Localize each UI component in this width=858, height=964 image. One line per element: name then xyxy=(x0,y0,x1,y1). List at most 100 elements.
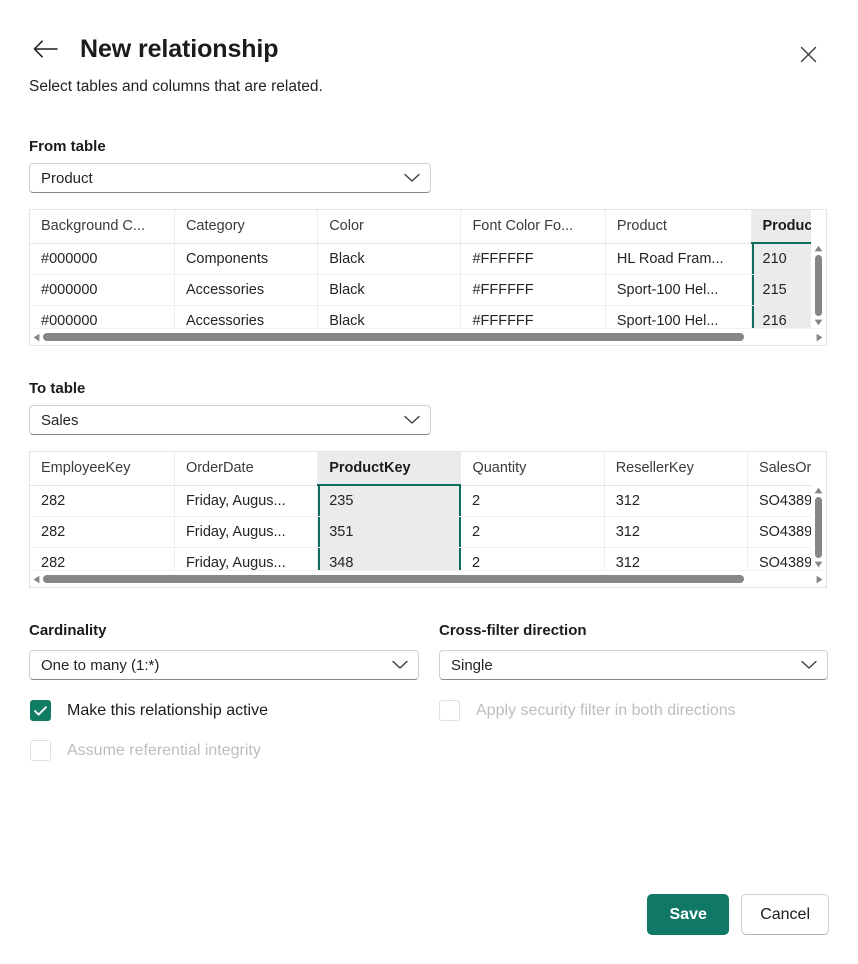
from-grid-horizontal-scrollbar[interactable] xyxy=(30,328,826,345)
to-cell-1-3: 2 xyxy=(460,516,605,548)
from-col-header-1[interactable]: Category xyxy=(174,210,319,244)
chevron-down-icon xyxy=(390,660,410,670)
save-button[interactable]: Save xyxy=(647,894,730,935)
scroll-left-icon[interactable] xyxy=(30,333,43,342)
from-table-value: Product xyxy=(41,169,93,187)
scroll-right-icon[interactable] xyxy=(813,575,826,584)
from-table-dropdown[interactable]: Product xyxy=(29,163,431,193)
chevron-down-icon xyxy=(402,173,422,183)
to-grid-vertical-scrollbar[interactable] xyxy=(811,485,826,570)
to-grid-table: EmployeeKey OrderDate ProductKey Quantit… xyxy=(30,452,811,578)
from-col-header-4[interactable]: Product xyxy=(605,210,752,244)
new-relationship-dialog: New relationship Select tables and colum… xyxy=(0,0,858,964)
chevron-down-icon xyxy=(402,415,422,425)
dialog-subtitle: Select tables and columns that are relat… xyxy=(29,78,323,95)
from-cell-0-productkey: 210 xyxy=(751,242,811,275)
from-table-grid[interactable]: Background C... Category Color Font Colo… xyxy=(29,209,827,346)
vertical-scroll-thumb[interactable] xyxy=(815,255,822,316)
from-cell-1-productkey: 215 xyxy=(751,274,811,306)
make-relationship-active-label: Make this relationship active xyxy=(67,701,268,719)
table-row[interactable]: 282 Friday, Augus... 351 2 312 SO43897 4 xyxy=(30,516,811,548)
from-table-label: From table xyxy=(29,138,106,155)
checkbox-unchecked-icon xyxy=(30,740,51,761)
to-grid-horizontal-scrollbar[interactable] xyxy=(30,570,826,587)
from-col-header-3[interactable]: Font Color Fo... xyxy=(460,210,606,244)
to-table-label: To table xyxy=(29,380,86,397)
horizontal-scroll-thumb[interactable] xyxy=(43,575,744,583)
cross-filter-value: Single xyxy=(451,656,493,674)
from-cell-0-2: Black xyxy=(317,243,462,275)
chevron-down-icon xyxy=(799,660,819,670)
assume-referential-integrity-checkbox: Assume referential integrity xyxy=(30,740,261,761)
to-grid-header-row: EmployeeKey OrderDate ProductKey Quantit… xyxy=(30,452,811,486)
to-col-header-0[interactable]: EmployeeKey xyxy=(30,452,175,486)
from-cell-1-4: Sport-100 Hel... xyxy=(605,274,752,306)
dialog-footer: Save Cancel xyxy=(647,894,829,935)
from-grid-header-row: Background C... Category Color Font Colo… xyxy=(30,210,811,244)
from-cell-1-0: #000000 xyxy=(30,274,175,306)
to-table-value: Sales xyxy=(41,411,79,429)
from-cell-1-2: Black xyxy=(317,274,462,306)
checkbox-unchecked-icon xyxy=(439,700,460,721)
to-cell-0-0: 282 xyxy=(30,485,175,517)
to-cell-1-1: Friday, Augus... xyxy=(174,516,319,548)
vertical-scroll-track[interactable] xyxy=(811,254,826,317)
to-grid-viewport: EmployeeKey OrderDate ProductKey Quantit… xyxy=(30,452,811,587)
from-col-header-0[interactable]: Background C... xyxy=(30,210,175,244)
from-grid-table: Background C... Category Color Font Colo… xyxy=(30,210,811,336)
horizontal-scroll-track[interactable] xyxy=(43,330,813,345)
table-row[interactable]: #000000 Accessories Black #FFFFFF Sport-… xyxy=(30,274,811,306)
back-button[interactable] xyxy=(28,32,62,66)
scroll-down-icon[interactable] xyxy=(814,317,823,328)
to-col-header-1[interactable]: OrderDate xyxy=(174,452,319,486)
horizontal-scroll-thumb[interactable] xyxy=(43,333,744,341)
from-cell-0-0: #000000 xyxy=(30,243,175,275)
apply-security-filter-checkbox: Apply security filter in both directions xyxy=(439,700,736,721)
from-cell-0-1: Components xyxy=(174,243,319,275)
to-cell-0-3: 2 xyxy=(460,485,605,517)
cardinality-dropdown[interactable]: One to many (1:*) xyxy=(29,650,419,680)
horizontal-scroll-track[interactable] xyxy=(43,572,813,587)
table-row[interactable]: #000000 Components Black #FFFFFF HL Road… xyxy=(30,242,811,275)
to-col-header-4[interactable]: ResellerKey xyxy=(604,452,748,486)
make-relationship-active-checkbox[interactable]: Make this relationship active xyxy=(30,700,268,721)
checkbox-checked-icon xyxy=(30,700,51,721)
from-cell-1-3: #FFFFFF xyxy=(460,274,606,306)
close-button[interactable] xyxy=(792,38,824,70)
to-col-header-productkey-selected[interactable]: ProductKey xyxy=(317,452,462,486)
apply-security-filter-label: Apply security filter in both directions xyxy=(476,701,736,719)
scroll-up-icon[interactable] xyxy=(814,485,823,496)
to-cell-0-5: SO43897 xyxy=(747,485,811,517)
vertical-scroll-track[interactable] xyxy=(811,496,826,559)
scroll-down-icon[interactable] xyxy=(814,559,823,570)
scroll-right-icon[interactable] xyxy=(813,333,826,342)
to-table-dropdown[interactable]: Sales xyxy=(29,405,431,435)
page-title: New relationship xyxy=(80,34,279,63)
from-col-header-2[interactable]: Color xyxy=(317,210,462,244)
close-icon xyxy=(800,46,816,62)
from-grid-vertical-scrollbar[interactable] xyxy=(811,243,826,328)
arrow-left-icon xyxy=(33,40,58,58)
from-cell-0-3: #FFFFFF xyxy=(460,243,606,275)
cross-filter-label: Cross-filter direction xyxy=(439,622,587,639)
to-cell-1-0: 282 xyxy=(30,516,175,548)
scroll-up-icon[interactable] xyxy=(814,243,823,254)
assume-referential-integrity-label: Assume referential integrity xyxy=(67,741,261,759)
from-col-header-productkey-selected[interactable]: ProductKey xyxy=(751,210,811,244)
scroll-left-icon[interactable] xyxy=(30,575,43,584)
to-cell-0-productkey: 235 xyxy=(317,484,461,517)
cross-filter-dropdown[interactable]: Single xyxy=(439,650,828,680)
to-cell-1-4: 312 xyxy=(604,516,748,548)
vertical-scroll-thumb[interactable] xyxy=(815,497,822,558)
to-cell-1-productkey: 351 xyxy=(317,516,461,548)
to-cell-1-5: SO43897 xyxy=(747,516,811,548)
table-row[interactable]: 282 Friday, Augus... 235 2 312 SO43897 4 xyxy=(30,484,811,517)
cancel-button[interactable]: Cancel xyxy=(741,894,829,935)
dialog-header: New relationship xyxy=(28,32,279,66)
from-grid-viewport: Background C... Category Color Font Colo… xyxy=(30,210,811,345)
to-col-header-3[interactable]: Quantity xyxy=(460,452,605,486)
to-table-grid[interactable]: EmployeeKey OrderDate ProductKey Quantit… xyxy=(29,451,827,588)
to-col-header-5[interactable]: SalesOrderNu... xyxy=(747,452,811,486)
to-cell-0-1: Friday, Augus... xyxy=(174,485,319,517)
cardinality-label: Cardinality xyxy=(29,622,107,639)
